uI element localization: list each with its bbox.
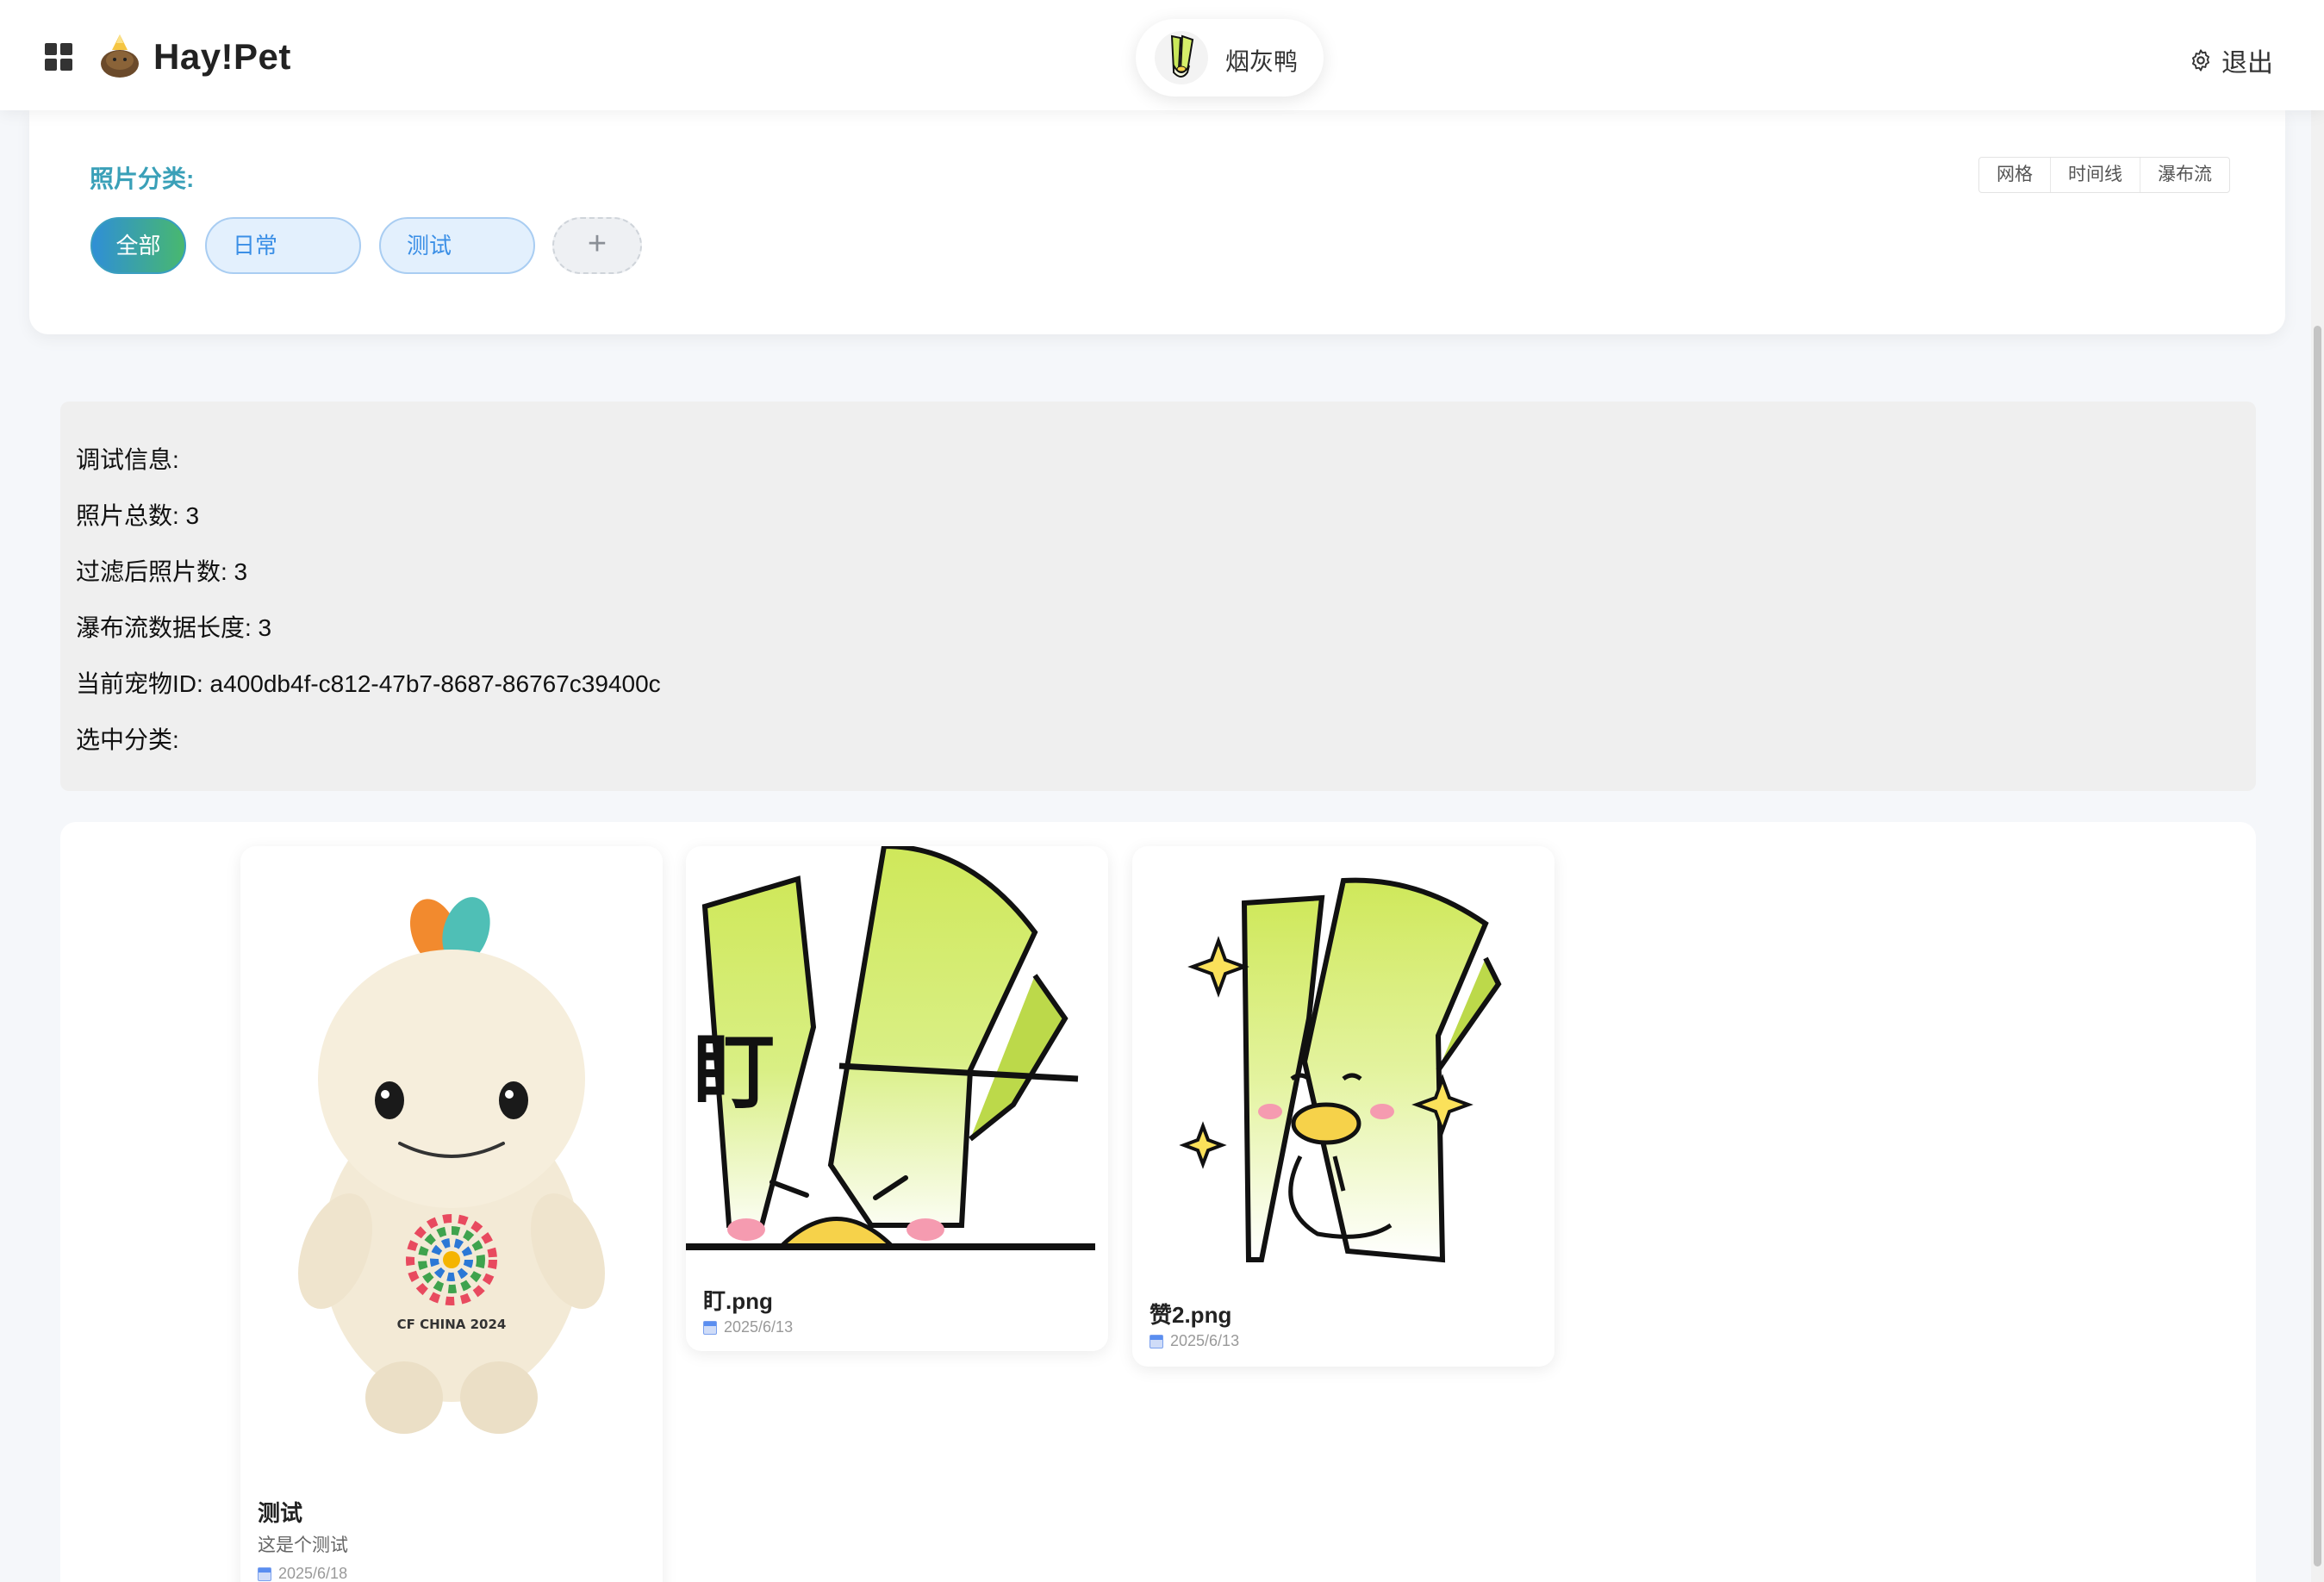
logout-button[interactable]: 退出 xyxy=(2189,41,2273,79)
category-panel: 照片分类: 网格 时间线 瀑布流 全部 日常 测试 + xyxy=(29,110,2285,334)
photo-title: 盯.png xyxy=(703,1288,773,1314)
pet-name: 烟灰鸭 xyxy=(1225,48,1299,75)
view-mode-waterfall[interactable]: 瀑布流 xyxy=(2140,158,2229,192)
photo-image: 盯 xyxy=(686,846,1108,1255)
calendar-icon xyxy=(1150,1334,1163,1348)
debug-info-panel: 调试信息: 照片总数: 3 过滤后照片数: 3 瀑布流数据长度: 3 当前宠物I… xyxy=(60,402,2256,791)
photo-date: 2025/6/13 xyxy=(1150,1332,1239,1350)
view-mode-switch: 网格 时间线 瀑布流 xyxy=(1978,157,2230,193)
calendar-icon xyxy=(258,1566,271,1581)
photo-image xyxy=(1132,846,1555,1277)
photo-date: 2025/6/18 xyxy=(258,1565,347,1582)
category-title: 照片分类: xyxy=(90,165,195,192)
photo-card[interactable]: 赞2.png 2025/6/13 xyxy=(1132,846,1555,1367)
logout-label: 退出 xyxy=(2221,49,2273,78)
svg-text:盯: 盯 xyxy=(693,1025,775,1120)
category-chip-all[interactable]: 全部 xyxy=(90,217,186,274)
debug-line-pet-id: 当前宠物ID: a400db4f-c812-47b7-8687-86767c39… xyxy=(76,670,661,697)
category-chip-test[interactable]: 测试 xyxy=(379,217,535,274)
photo-waterfall: CF CHINA 2024 测试 这是个测试 2025/6/18 盯 盯.png… xyxy=(60,822,2256,1582)
photo-card[interactable]: CF CHINA 2024 测试 这是个测试 2025/6/18 xyxy=(240,846,663,1582)
category-chip-daily[interactable]: 日常 xyxy=(205,217,361,274)
view-mode-grid[interactable]: 网格 xyxy=(1979,158,2051,192)
debug-line-filtered: 过滤后照片数: 3 xyxy=(76,558,248,585)
gear-icon xyxy=(2191,49,2210,72)
page-scrollbar[interactable] xyxy=(2311,110,2324,1582)
photo-title: 赞2.png xyxy=(1150,1302,1232,1328)
brand-name[interactable]: Hay!Pet xyxy=(153,36,291,78)
view-mode-timeline[interactable]: 时间线 xyxy=(2051,158,2140,192)
brand-logo-icon xyxy=(101,34,139,78)
photo-title: 测试 xyxy=(258,1500,303,1526)
top-header: Hay!Pet 烟灰鸭 退出 xyxy=(0,0,2324,110)
add-category-button[interactable]: + xyxy=(552,217,642,274)
pet-avatar xyxy=(1155,31,1208,84)
calendar-icon xyxy=(703,1320,717,1335)
debug-line-title: 调试信息: xyxy=(76,446,179,473)
svg-text:CF CHINA 2024: CF CHINA 2024 xyxy=(397,1317,507,1332)
photo-card[interactable]: 盯 盯.png 2025/6/13 xyxy=(686,846,1108,1351)
photo-description: 这是个测试 xyxy=(258,1535,348,1555)
debug-line-total: 照片总数: 3 xyxy=(76,502,200,529)
photo-image: CF CHINA 2024 xyxy=(240,846,663,1467)
scrollbar-thumb[interactable] xyxy=(2314,326,2321,1566)
debug-line-selected: 选中分类: xyxy=(76,726,179,753)
current-pet-selector[interactable]: 烟灰鸭 xyxy=(1136,19,1324,97)
apps-grid-icon[interactable] xyxy=(45,43,72,71)
photo-date: 2025/6/13 xyxy=(703,1318,793,1336)
debug-line-waterfall: 瀑布流数据长度: 3 xyxy=(76,614,272,641)
